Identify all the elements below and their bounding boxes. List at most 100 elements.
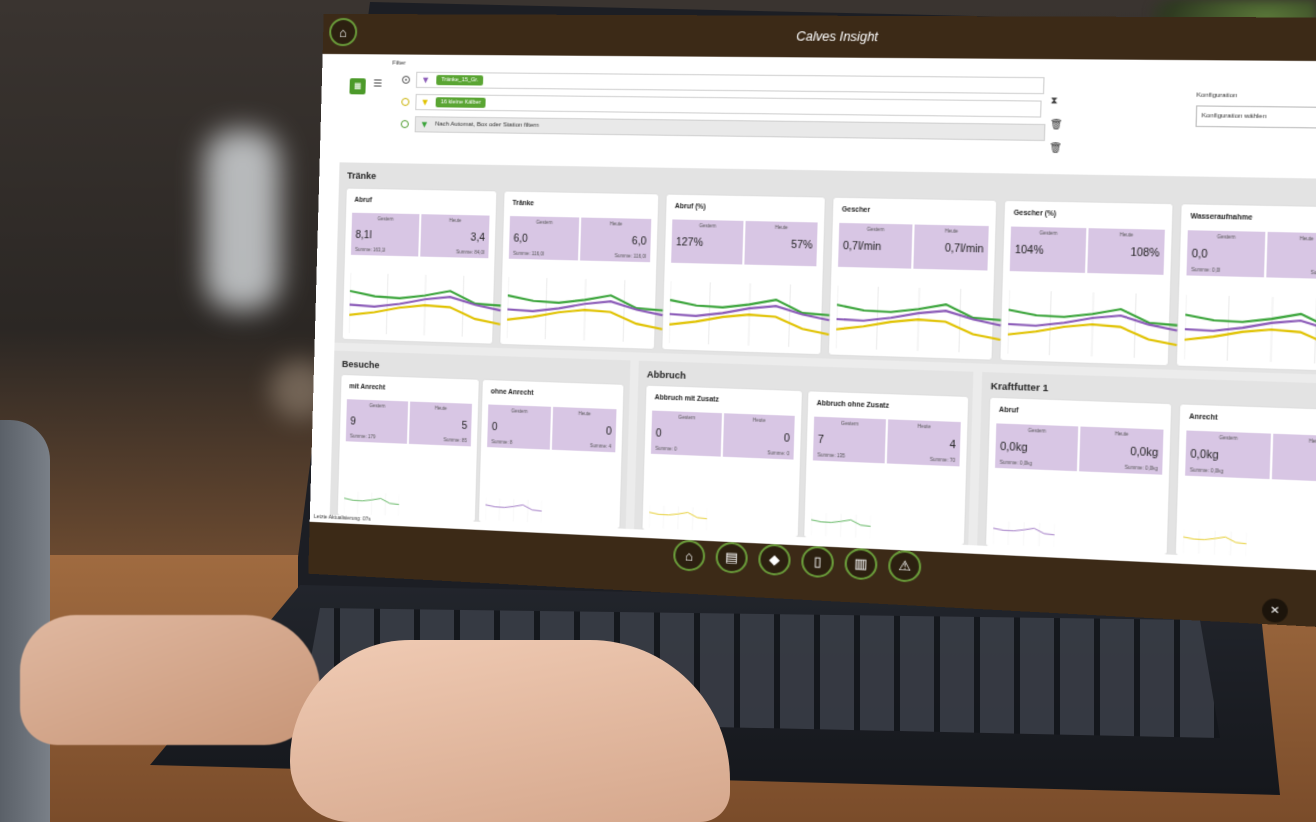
- trend-chart: [1007, 290, 1179, 359]
- kpi-header: Heute: [1308, 438, 1316, 445]
- kpi-card[interactable]: mit Anrecht Gestern 9 Summe: 179 Heute 5…: [337, 374, 479, 522]
- card-title: Anrecht: [1189, 413, 1218, 422]
- kpi-yesterday: Gestern 0 Summe: 8: [487, 404, 552, 450]
- kpi-sum: Summe: 179: [349, 433, 376, 440]
- background-window: [205, 130, 280, 310]
- grid-line: [707, 508, 708, 531]
- kpi-yesterday: Gestern 7 Summe: 135: [812, 416, 886, 464]
- hourglass-icon[interactable]: ⧗: [1050, 95, 1057, 107]
- nav-bottle-icon[interactable]: ▯: [800, 545, 835, 579]
- filter-radio[interactable]: [400, 120, 409, 129]
- trend-chart: [1183, 529, 1247, 556]
- filter-chip[interactable]: 16 kleine Kälber: [435, 97, 487, 108]
- kpi-header: Heute: [449, 217, 462, 224]
- kpi-card[interactable]: Anrecht Gestern 0,0kg Summe: 0,0kg Heute…: [1175, 404, 1316, 564]
- filter-chip[interactable]: Tränke_15_Gr.: [436, 74, 484, 86]
- kpi-sum: Summe: 85: [443, 437, 467, 444]
- kpi-yesterday: Gestern 0,7l/min: [838, 222, 913, 269]
- kpi-today: Heute 3,4 Summe: 84,0l: [420, 214, 490, 259]
- grid-line: [841, 514, 842, 537]
- kpi-sum: Summe: 163,1l: [355, 246, 386, 253]
- kpi-card[interactable]: Abruf Gestern 0,0kg Summe: 0,0kg Heute 0…: [986, 397, 1172, 555]
- kpi-yesterday: Gestern 104%: [1009, 226, 1087, 273]
- grid-line: [855, 515, 856, 538]
- card-title: Abbruch ohne Zusatz: [816, 399, 890, 410]
- kpi-value: 0: [491, 421, 498, 434]
- kpi-today: Heute 0,0kg Summe: 0,0kg: [1079, 426, 1164, 475]
- grid-line: [1230, 532, 1231, 556]
- grid-line: [344, 491, 345, 513]
- filter-row: ▼ Tränke_15_Gr.: [401, 71, 1045, 96]
- kpi-box: Gestern 0,0 Summe: 0,0l Heute 0,0 Summe:…: [1186, 230, 1316, 280]
- konfiguration-select[interactable]: Konfiguration wählen ▾: [1195, 105, 1316, 130]
- nav-gallery-icon[interactable]: ▤: [715, 541, 749, 574]
- kpi-sum: Summe: 0: [655, 445, 677, 452]
- kpi-card[interactable]: ohne Anrecht Gestern 0 Summe: 8 Heute 0 …: [478, 379, 624, 529]
- trash-icon[interactable]: 🗑: [1049, 142, 1062, 154]
- konfiguration-label: Konfiguration: [1196, 92, 1238, 100]
- kpi-value: 127%: [675, 237, 704, 250]
- trend-chart: [811, 513, 871, 539]
- kpi-header: Gestern: [840, 420, 859, 427]
- nav-feeder-icon[interactable]: ▥: [844, 547, 878, 581]
- app-title: Calves Insight: [796, 29, 879, 45]
- kpi-value: 104%: [1014, 244, 1044, 258]
- card-title: Gescher (%): [1013, 209, 1057, 218]
- kpi-card[interactable]: Abbruch mit Zusatz Gestern 0 Summe: 0 He…: [642, 385, 802, 537]
- nav-alarm-icon[interactable]: ⚠: [887, 549, 922, 583]
- kpi-card[interactable]: Gescher (%) Gestern 104% Heute 108%: [1000, 200, 1172, 366]
- grid-line: [349, 273, 351, 333]
- grid-view-icon[interactable]: ▦: [349, 78, 366, 95]
- kpi-header: Gestern: [699, 223, 717, 229]
- trend-chart: [993, 521, 1055, 547]
- grid-line: [462, 276, 464, 337]
- kpi-value: 108%: [1130, 247, 1160, 260]
- kpi-header: Gestern: [1216, 234, 1236, 240]
- card-title: Abruf: [998, 406, 1019, 415]
- kpi-card[interactable]: Abruf (%) Gestern 127% Heute 57%: [662, 194, 825, 355]
- card-title: Abruf (%): [674, 202, 706, 211]
- kpi-box: Gestern 0,0kg Summe: 0,0kg Heute 0,0kg S…: [995, 423, 1164, 475]
- funnel-icon: ▼: [420, 97, 430, 108]
- trash-icon[interactable]: 🗑: [1050, 119, 1063, 131]
- kpi-value: 0,7l/min: [944, 243, 984, 256]
- list-view-icon[interactable]: ☰: [371, 78, 383, 92]
- kpi-card[interactable]: Abbruch ohne Zusatz Gestern 7 Summe: 135…: [804, 391, 969, 545]
- kpi-box: Gestern 0 Summe: 8 Heute 0 Summe: 4: [487, 404, 617, 453]
- kpi-sum: Summe: 0,0l: [1191, 266, 1221, 274]
- card-title: mit Anrecht: [349, 383, 386, 392]
- kpi-sum: Summe: 70: [929, 456, 956, 464]
- filter-input[interactable]: ▼ 16 kleine Kälber: [415, 93, 1042, 118]
- kpi-card[interactable]: Wasseraufnahme Gestern 0,0 Summe: 0,0l H…: [1176, 204, 1316, 372]
- kpi-sum: Summe: 4: [589, 443, 612, 450]
- nav-home-icon[interactable]: ⌂: [672, 539, 706, 572]
- person-sleeve: [0, 420, 50, 822]
- grid-line: [1023, 522, 1024, 545]
- filter-input[interactable]: ▼ Tränke_15_Gr.: [415, 71, 1045, 95]
- kpi-value: 0,7l/min: [842, 240, 882, 254]
- filter-input[interactable]: ▼ Nach Automat, Box oder Station filtern: [414, 116, 1046, 142]
- grid-line: [1007, 290, 1009, 354]
- kpi-yesterday: Gestern 0,0kg Summe: 0,0kg: [995, 423, 1079, 472]
- kpi-sum: Summe: 116,0l: [614, 253, 647, 260]
- filter-placeholder: Nach Automat, Box oder Station filtern: [434, 121, 540, 129]
- grid-line: [527, 500, 528, 522]
- funnel-icon: ▼: [419, 119, 430, 130]
- filter-radio[interactable]: [401, 97, 410, 107]
- kpi-header: Gestern: [536, 219, 553, 226]
- kpi-card[interactable]: Abruf Gestern 8,1l Summe: 163,1l Heute 3…: [342, 188, 497, 344]
- grid-line: [385, 493, 386, 515]
- kpi-card[interactable]: Gescher Gestern 0,7l/min Heute 0,7l/min: [828, 197, 996, 360]
- kpi-value: 0,0kg: [1190, 448, 1219, 462]
- mic-off-icon[interactable]: ✕: [1261, 597, 1289, 624]
- kpi-sum: Summe: 0,0kg: [1189, 467, 1224, 474]
- grid-line: [870, 515, 871, 538]
- kpi-card[interactable]: Tränke Gestern 6,0 Summe: 116,0l Heute 6…: [500, 191, 658, 349]
- kpi-box: Gestern 0,0kg Summe: 0,0kg Heute 0,4kg S…: [1185, 430, 1316, 483]
- grid-line: [692, 507, 693, 530]
- grid-line: [811, 513, 812, 536]
- nav-tag-icon[interactable]: ◆: [757, 543, 792, 577]
- kpi-header: Gestern: [377, 216, 394, 222]
- filter-radio[interactable]: [401, 75, 411, 84]
- kpi-header: Heute: [609, 221, 623, 227]
